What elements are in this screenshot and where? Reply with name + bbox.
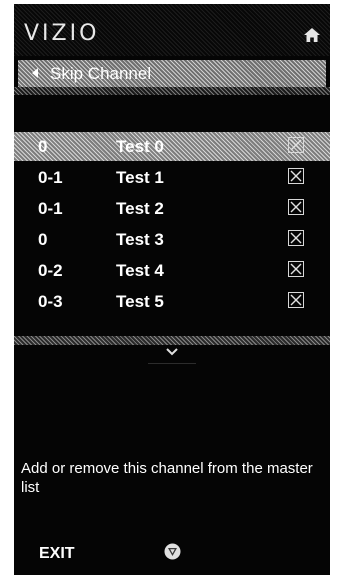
tv-menu-panel: VIZIO Skip Channel 0 Test 0 0-1 Test 1 0-1 Te… <box>14 4 330 575</box>
channel-row[interactable]: 0 Test 3 <box>14 225 330 254</box>
menu-header: VIZIO <box>14 4 330 56</box>
scroll-indicator <box>148 363 196 364</box>
channel-row[interactable]: 0-3 Test 5 <box>14 287 330 316</box>
divider <box>14 336 330 345</box>
x-mark-icon <box>290 294 302 306</box>
skip-checkbox[interactable] <box>288 292 304 308</box>
channel-name: Test 5 <box>116 292 164 311</box>
home-icon[interactable] <box>304 28 320 42</box>
channel-row[interactable]: 0 Test 0 <box>14 132 330 161</box>
channel-number: 0-1 <box>38 168 63 187</box>
channel-name: Test 1 <box>116 168 164 187</box>
back-arrow-icon[interactable] <box>32 68 38 78</box>
channel-row[interactable]: 0-2 Test 4 <box>14 256 330 285</box>
channel-row[interactable]: 0-1 Test 1 <box>14 163 330 192</box>
page-title: Skip Channel <box>50 64 152 83</box>
channel-number: 0 <box>38 137 48 156</box>
channel-row[interactable]: 0-1 Test 2 <box>14 194 330 223</box>
channel-number: 0-1 <box>38 199 63 218</box>
help-text: Add or remove this channel from the mast… <box>21 460 313 496</box>
x-mark-icon <box>290 139 302 151</box>
x-mark-icon <box>290 201 302 213</box>
skip-checkbox[interactable] <box>288 199 304 215</box>
channel-list: 0 Test 0 0-1 Test 1 0-1 Test 2 0 Test 3 0-2 Test … <box>14 132 330 318</box>
channel-name: Test 2 <box>116 199 164 218</box>
x-mark-icon <box>290 232 302 244</box>
chevron-down-icon[interactable] <box>166 348 178 356</box>
skip-checkbox[interactable] <box>288 137 304 153</box>
skip-checkbox[interactable] <box>288 261 304 277</box>
exit-button[interactable]: EXIT <box>39 545 75 563</box>
channel-name: Test 4 <box>116 261 164 280</box>
vizio-v-button-icon[interactable] <box>164 543 181 560</box>
x-mark-icon <box>290 170 302 182</box>
vizio-logo: VIZIO <box>24 21 100 46</box>
breadcrumb-bar: Skip Channel <box>18 60 326 87</box>
skip-checkbox[interactable] <box>288 230 304 246</box>
channel-number: 0 <box>38 230 48 249</box>
channel-number: 0-3 <box>38 292 63 311</box>
channel-name: Test 3 <box>116 230 164 249</box>
divider <box>14 87 330 95</box>
x-mark-icon <box>290 263 302 275</box>
channel-number: 0-2 <box>38 261 63 280</box>
skip-checkbox[interactable] <box>288 168 304 184</box>
channel-name: Test 0 <box>116 137 164 156</box>
